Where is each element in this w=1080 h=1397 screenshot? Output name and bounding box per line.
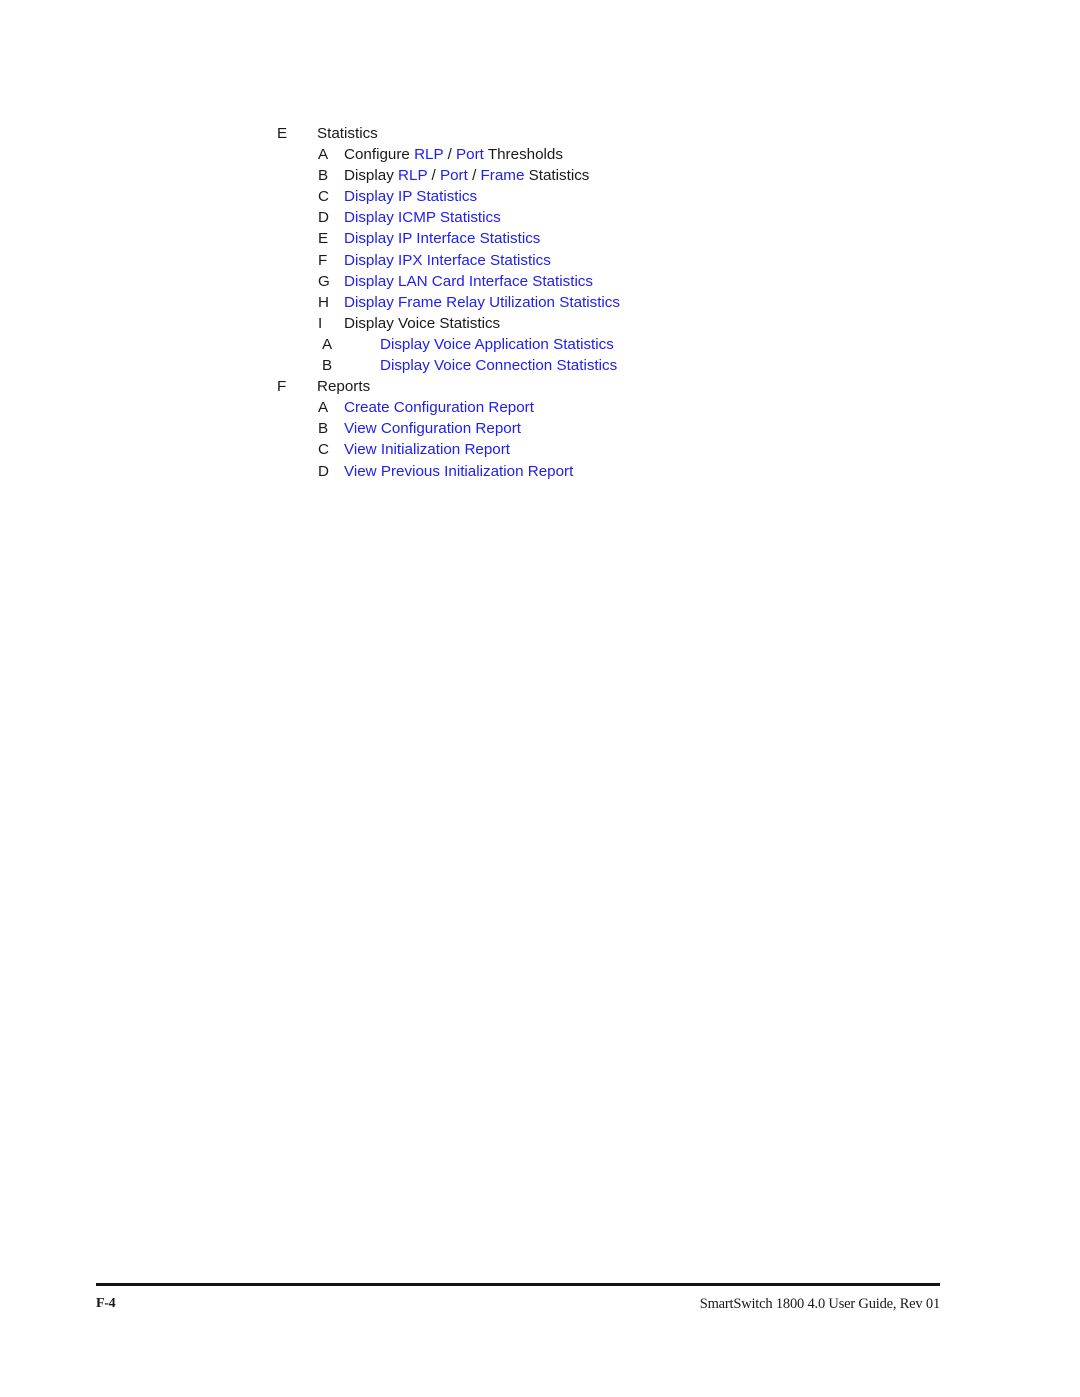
menu-row[interactable]: H Display Frame Relay Utilization Statist… xyxy=(0,292,1080,313)
menu-row[interactable]: A Create Configuration Report xyxy=(0,397,1080,418)
menu-row-key: A xyxy=(318,146,329,164)
menu-row[interactable]: B Display RLP / Port / Frame Statistics xyxy=(0,165,1080,186)
menu-item-link[interactable]: Display Voice Application Statistics xyxy=(380,334,614,355)
menu-item-text-segment: / xyxy=(427,167,440,185)
menu-item-link[interactable]: View Initialization Report xyxy=(344,439,510,460)
menu-row-key: H xyxy=(318,293,329,311)
menu-row[interactable]: F Display IPX Interface Statistics xyxy=(0,250,1080,271)
menu-row[interactable]: G Display LAN Card Interface Statistics xyxy=(0,271,1080,292)
menu-row-key: B xyxy=(318,420,329,438)
menu-row[interactable]: C Display IP Statistics xyxy=(0,186,1080,207)
footer-divider xyxy=(96,1283,940,1286)
menu-item-text-segment: / xyxy=(467,167,481,185)
menu-row-key: B xyxy=(318,167,329,185)
menu-item-link-segment[interactable]: Port xyxy=(456,146,484,163)
menu-item-link[interactable]: Display LAN Card Interface Statistics xyxy=(344,271,593,292)
menu-item-label: Statistics xyxy=(317,125,378,142)
menu-row-key: F xyxy=(318,251,328,269)
menu-item-link[interactable]: Display IP Interface Statistics xyxy=(344,228,540,249)
menu-item-label: Display RLP / Port / Frame Statistics xyxy=(344,165,589,186)
menu-row[interactable]: D Display ICMP Statistics xyxy=(0,207,1080,228)
menu-row[interactable]: D View Previous Initialization Report xyxy=(0,461,1080,482)
menu-row-key: C xyxy=(318,188,329,206)
menu-row[interactable]: B View Configuration Report xyxy=(0,418,1080,439)
menu-row[interactable]: C View Initialization Report xyxy=(0,439,1080,460)
menu-item-text-segment: Thresholds xyxy=(483,146,563,164)
document-page: E Statistics A Configure RLP / Port Thresho… xyxy=(0,0,1080,1397)
menu-row-key: G xyxy=(318,272,330,290)
menu-row-key: A xyxy=(318,399,329,417)
menu-item-text-segment: / xyxy=(443,146,457,164)
menu-row: F Reports xyxy=(0,376,1080,397)
menu-item-link[interactable]: Create Configuration Report xyxy=(344,397,534,418)
menu-item-text-segment: Display xyxy=(344,167,399,185)
menu-row: I Display Voice Statistics xyxy=(0,313,1080,334)
menu-row[interactable]: B Display Voice Connection Statistics xyxy=(0,355,1080,376)
menu-row-key: F xyxy=(277,378,287,396)
menu-item-text-segment: Configure xyxy=(344,146,415,164)
menu-row-key: D xyxy=(318,462,329,480)
menu-item-link[interactable]: Display IPX Interface Statistics xyxy=(344,250,551,271)
menu-item-link-segment[interactable]: Port xyxy=(440,167,468,184)
menu-item-label: Reports xyxy=(317,378,371,396)
menu-item-label: Display Voice Statistics xyxy=(344,314,501,332)
menu-index-tree: E Statistics A Configure RLP / Port Thresho… xyxy=(0,123,1080,482)
menu-item-link[interactable]: View Previous Initialization Report xyxy=(344,461,573,482)
menu-row-key: I xyxy=(318,314,323,332)
menu-row-key: E xyxy=(318,230,329,248)
menu-row[interactable]: A Configure RLP / Port Thresholds xyxy=(0,144,1080,165)
menu-row: E Statistics xyxy=(0,123,1080,144)
menu-item-text-segment: Statistics xyxy=(524,167,590,185)
menu-item-link-segment[interactable]: RLP xyxy=(414,146,443,163)
menu-item-link-segment[interactable]: RLP xyxy=(398,167,427,184)
menu-row-key: C xyxy=(318,441,329,459)
menu-item-link[interactable]: Display ICMP Statistics xyxy=(344,207,501,228)
menu-row-key: B xyxy=(322,357,333,375)
menu-item-label: Configure RLP / Port Thresholds xyxy=(344,144,563,165)
menu-row-key: E xyxy=(277,125,288,142)
footer-document-title: SmartSwitch 1800 4.0 User Guide, Rev 01 xyxy=(699,1296,940,1312)
menu-item-link-segment[interactable]: Frame xyxy=(481,167,525,184)
menu-row-key: A xyxy=(322,335,333,353)
menu-row-key: D xyxy=(318,209,329,227)
menu-row[interactable]: A Display Voice Application Statistics xyxy=(0,334,1080,355)
menu-row[interactable]: E Display IP Interface Statistics xyxy=(0,228,1080,249)
menu-item-link[interactable]: View Configuration Report xyxy=(344,418,521,439)
menu-item-link[interactable]: Display Voice Connection Statistics xyxy=(380,355,617,376)
menu-item-link[interactable]: Display IP Statistics xyxy=(344,186,477,207)
menu-item-link[interactable]: Display Frame Relay Utilization Statisti… xyxy=(344,292,620,313)
